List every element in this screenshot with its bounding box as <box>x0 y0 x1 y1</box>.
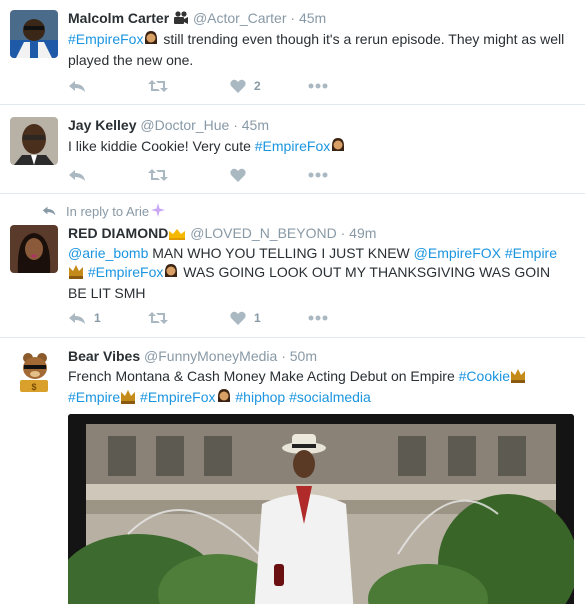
tweet[interactable]: Malcolm Carter @Actor_Carter · 45m #Empi… <box>0 0 585 105</box>
user-name[interactable]: Malcolm Carter <box>68 10 169 26</box>
camera-emoji-icon <box>173 11 189 28</box>
like-button[interactable]: 2 <box>230 76 261 96</box>
more-icon <box>308 172 328 178</box>
user-handle[interactable]: @Actor_Carter <box>193 10 287 26</box>
woman-emoji-icon <box>216 388 232 409</box>
separator: · <box>340 225 346 241</box>
hashtag-link[interactable]: #EmpireFox <box>68 31 143 47</box>
reply-context-label: In reply to Arie <box>66 204 150 219</box>
heart-icon <box>230 311 246 326</box>
reply-context[interactable]: In reply to Arie <box>42 203 166 220</box>
avatar[interactable]: $ <box>10 348 58 396</box>
woman-emoji-icon <box>163 263 179 284</box>
tweet-header: Bear Vibes @FunnyMoneyMedia · 50m <box>68 348 317 364</box>
tweet-header: Malcolm Carter @Actor_Carter · 45m <box>68 10 326 28</box>
like-count: 2 <box>254 79 261 93</box>
tweet-header: Jay Kelley @Doctor_Hue · 45m <box>68 117 269 133</box>
tweet[interactable]: Jay Kelley @Doctor_Hue · 45m I like kidd… <box>0 105 585 194</box>
tweet[interactable]: $ Bear Vibes @FunnyMoneyMedia · 50m Fren… <box>0 338 585 604</box>
tweet-text: I like kiddie Cookie! Very cute #EmpireF… <box>68 137 568 158</box>
timestamp[interactable]: 45m <box>299 10 326 26</box>
more-button[interactable] <box>308 165 328 185</box>
avatar[interactable] <box>10 225 58 273</box>
tweet-text: French Montana & Cash Money Make Acting … <box>68 367 568 409</box>
timeline: Malcolm Carter @Actor_Carter · 45m #Empi… <box>0 0 585 604</box>
like-count: 1 <box>254 311 261 325</box>
more-button[interactable] <box>308 308 328 328</box>
hashtag-link[interactable]: #EmpireFox <box>88 264 163 280</box>
tweet-body-text: I like kiddie Cookie! Very cute <box>68 138 255 154</box>
tweet-body-text: French Montana & Cash Money Make Acting … <box>68 368 459 384</box>
empire-crown-emoji-icon <box>120 389 136 409</box>
separator: · <box>281 348 286 364</box>
mention-link[interactable]: @arie_bomb <box>68 245 148 261</box>
user-name[interactable]: RED DIAMOND <box>68 225 168 241</box>
user-handle[interactable]: @LOVED_N_BEYOND <box>190 225 336 241</box>
tweet-actions <box>68 165 368 185</box>
tweet[interactable]: In reply to Arie RED DIAMOND @LOVED_N_BE… <box>0 194 585 338</box>
hashtag-link[interactable]: #EmpireFox <box>140 389 215 405</box>
retweet-button[interactable] <box>148 308 176 328</box>
woman-emoji-icon <box>143 30 159 51</box>
more-icon <box>308 315 328 321</box>
tweet-header: RED DIAMOND @LOVED_N_BEYOND · 49m <box>68 225 376 243</box>
more-button[interactable] <box>308 76 328 96</box>
timestamp[interactable]: 49m <box>349 225 376 241</box>
svg-text:$: $ <box>31 382 36 392</box>
hashtag-link[interactable]: #Empire <box>68 389 120 405</box>
retweet-icon <box>148 78 168 94</box>
reply-arrow-icon <box>42 204 56 219</box>
user-name[interactable]: Bear Vibes <box>68 348 140 364</box>
tweet-text: @arie_bomb MAN WHO YOU TELLING I JUST KN… <box>68 244 568 303</box>
heart-icon <box>230 79 246 94</box>
heart-icon <box>230 168 246 183</box>
user-handle[interactable]: @FunnyMoneyMedia <box>144 348 277 364</box>
timestamp[interactable]: 50m <box>290 348 317 364</box>
reply-icon <box>68 78 86 94</box>
hashtag-link[interactable]: #EmpireFox <box>255 138 330 154</box>
user-handle[interactable]: @Doctor_Hue <box>140 117 229 133</box>
retweet-button[interactable] <box>148 165 176 185</box>
reply-count: 1 <box>94 311 101 325</box>
empire-crown-emoji-icon <box>68 264 84 284</box>
hashtag-link[interactable]: #Empire <box>505 245 557 261</box>
reply-button[interactable]: 1 <box>68 308 101 328</box>
more-icon <box>308 83 328 89</box>
separator: · <box>290 10 296 26</box>
reply-button[interactable] <box>68 165 94 185</box>
separator: · <box>233 117 238 133</box>
hashtag-link[interactable]: #socialmedia <box>289 389 371 405</box>
retweet-icon <box>148 167 168 183</box>
tweet-actions: 1 1 <box>68 308 368 328</box>
tweet-media-image[interactable] <box>68 414 574 604</box>
reply-button[interactable] <box>68 76 94 96</box>
hashtag-link[interactable]: #Cookie <box>459 368 510 384</box>
reply-icon <box>68 167 86 183</box>
timestamp[interactable]: 45m <box>242 117 269 133</box>
woman-emoji-icon <box>330 137 346 158</box>
empire-crown-emoji-icon <box>510 368 526 388</box>
user-name[interactable]: Jay Kelley <box>68 117 137 133</box>
avatar[interactable] <box>10 117 58 165</box>
retweet-button[interactable] <box>148 76 176 96</box>
tweet-actions: 2 <box>68 76 368 96</box>
tweet-text: #EmpireFox still trending even though it… <box>68 30 568 70</box>
like-button[interactable] <box>230 165 254 185</box>
retweet-icon <box>148 310 168 326</box>
avatar[interactable] <box>10 10 58 58</box>
mention-link[interactable]: @EmpireFOX <box>414 245 501 261</box>
like-button[interactable]: 1 <box>230 308 261 328</box>
hashtag-link[interactable]: #hiphop <box>235 389 285 405</box>
reply-icon <box>68 310 86 326</box>
sparkles-emoji-icon <box>151 203 166 220</box>
crown-emoji-icon <box>168 227 186 243</box>
tweet-body-text: MAN WHO YOU TELLING I JUST KNEW <box>148 245 414 261</box>
